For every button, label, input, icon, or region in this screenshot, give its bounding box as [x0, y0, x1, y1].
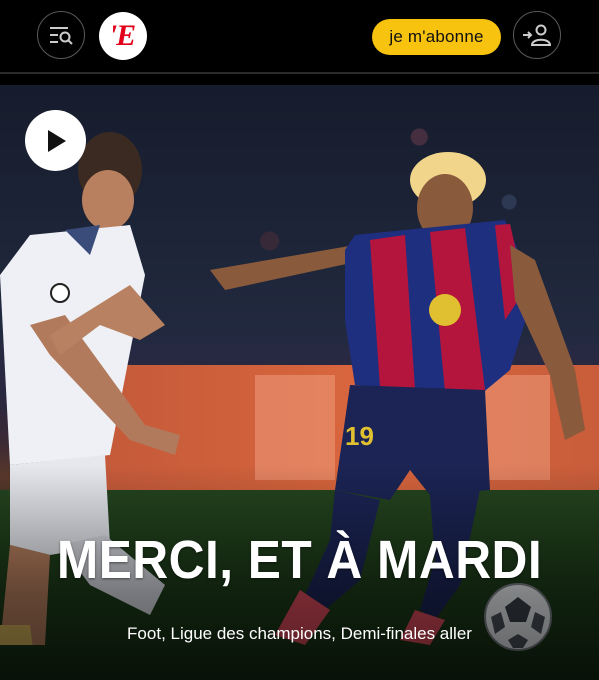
- account-button[interactable]: [513, 11, 561, 59]
- svg-text:19: 19: [345, 421, 374, 451]
- article-category-breadcrumb: Foot, Ligue des champions, Demi-finales …: [127, 624, 472, 643]
- lequipe-logo[interactable]: 'E: [99, 12, 147, 60]
- menu-search-icon: [50, 27, 73, 45]
- login-user-icon: [523, 24, 552, 46]
- top-navigation-bar: 'E je m'abonne: [0, 0, 599, 74]
- menu-search-button[interactable]: [37, 11, 85, 59]
- play-icon: [47, 129, 66, 152]
- logo-text: 'E: [108, 19, 136, 52]
- article-headline[interactable]: MERCI, ET À MARDI: [24, 529, 575, 591]
- subscribe-button[interactable]: je m'abonne: [372, 19, 501, 55]
- play-video-button[interactable]: [25, 110, 86, 171]
